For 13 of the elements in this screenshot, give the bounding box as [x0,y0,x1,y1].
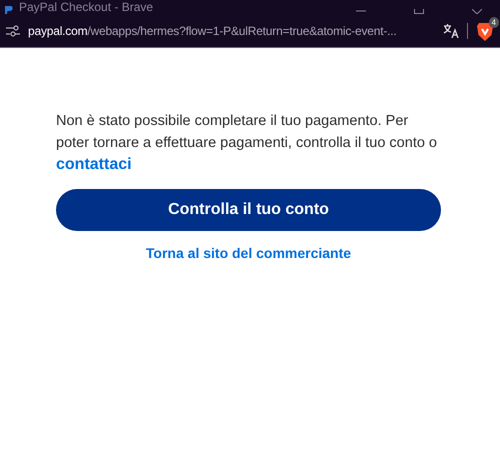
window-title: PayPal Checkout - Brave [19,0,154,14]
maximize-icon[interactable] [414,9,424,14]
translate-icon[interactable] [443,24,459,38]
check-account-button[interactable]: Controlla il tuo conto [56,189,441,231]
site-settings-icon[interactable] [6,24,20,36]
minimize-icon[interactable] [356,10,366,14]
shield-icon[interactable] [476,20,494,40]
return-to-merchant-link[interactable]: Torna al sito del commerciante [146,245,352,261]
url-text[interactable]: paypal.com/webapps/hermes?flow=1-P&ulReturn=true&atomic-event-... [28,24,435,38]
paypal-logo-icon [4,6,13,14]
shield-badge: 4 [488,16,499,28]
error-message: Non è stato possibile completare il tuo pagamento. Per poter tornare a effettuare pagamenti, controlla il tuo conto o contattaci [56,112,438,175]
contact-link[interactable]: contattaci [56,156,132,173]
